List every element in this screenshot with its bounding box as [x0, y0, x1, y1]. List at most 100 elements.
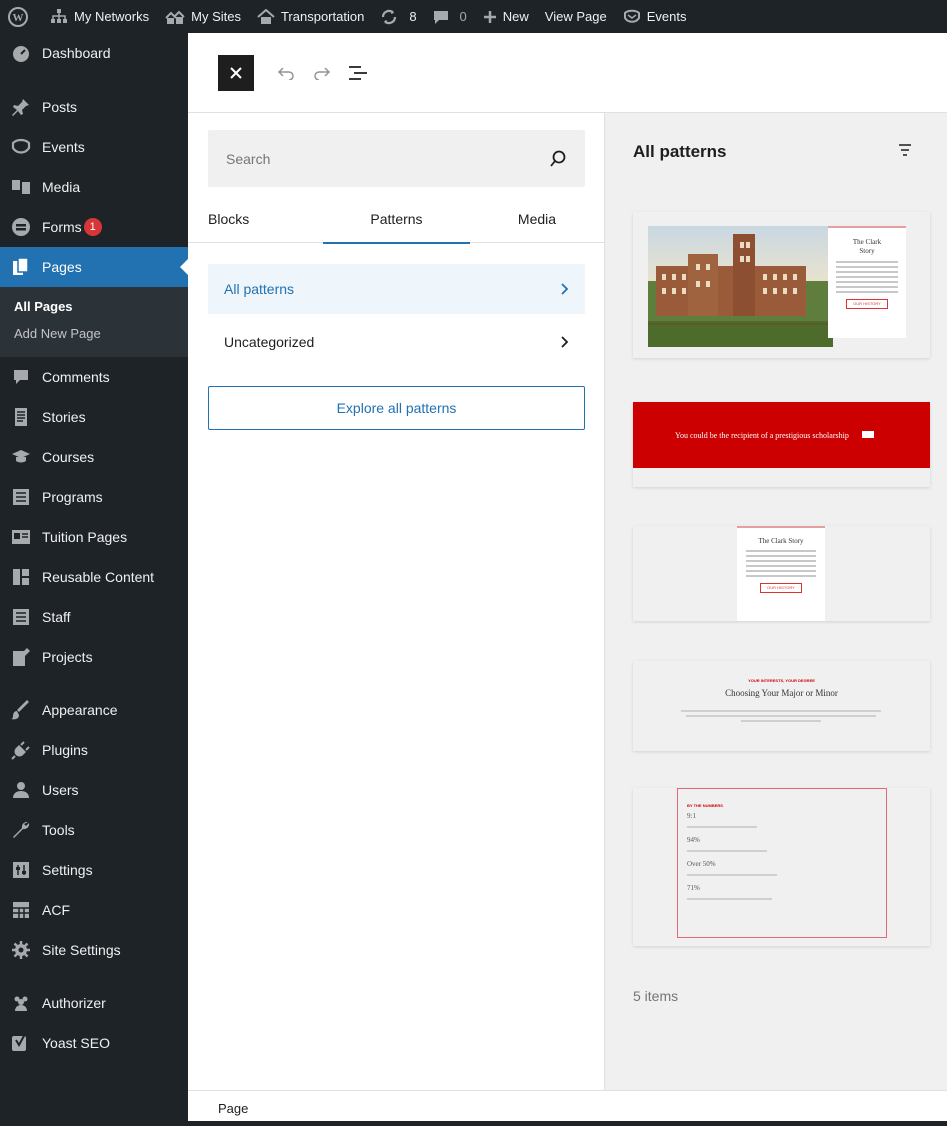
- menu-dashboard[interactable]: Dashboard: [0, 33, 188, 73]
- list-icon: [10, 607, 32, 627]
- chevron-right-icon: [561, 283, 569, 295]
- redo-button[interactable]: [304, 55, 340, 91]
- my-sites-menu[interactable]: My Sites: [157, 0, 249, 33]
- sites-icon: [165, 10, 185, 24]
- category-uncategorized-label: Uncategorized: [224, 334, 315, 350]
- events-icon: [623, 9, 640, 23]
- view-page-label: View Page: [544, 9, 607, 24]
- editor-toolbar: [188, 33, 947, 113]
- search-icon[interactable]: [549, 150, 567, 168]
- menu-staff-label: Staff: [42, 609, 71, 625]
- pattern-card-clark-story-image[interactable]: The Clark Story OUR HISTORY: [633, 212, 930, 358]
- menu-courses[interactable]: Courses: [0, 437, 188, 477]
- document-overview-button[interactable]: [340, 55, 376, 91]
- category-all-patterns[interactable]: All patterns: [208, 264, 585, 314]
- menu-forms-label: Forms: [42, 219, 82, 235]
- stats-kicker: BY THE NUMBERS: [687, 803, 723, 808]
- new-content-menu[interactable]: New: [475, 0, 537, 33]
- stats-box: BY THE NUMBERS 9:1 94% Over 50% 71%: [677, 788, 887, 938]
- clark-story-title: The Clark Story: [758, 537, 804, 545]
- menu-site-settings[interactable]: Site Settings: [0, 930, 188, 970]
- paintbrush-icon: [10, 700, 32, 720]
- campus-building-image: [648, 226, 833, 347]
- major-kicker: YOUR INTERESTS, YOUR DEGREE: [748, 678, 815, 683]
- menu-tuition-pages-label: Tuition Pages: [42, 529, 128, 545]
- menu-authorizer[interactable]: Authorizer: [0, 983, 188, 1023]
- menu-projects-label: Projects: [42, 649, 93, 665]
- menu-comments[interactable]: Comments: [0, 357, 188, 397]
- submenu-add-new-page[interactable]: Add New Page: [0, 320, 188, 347]
- scholarship-banner: You could be the recipient of a prestigi…: [633, 402, 930, 468]
- updates-menu[interactable]: 8: [372, 0, 424, 33]
- menu-events[interactable]: Events: [0, 127, 188, 167]
- block-inserter-panel: Blocks Patterns Media All patterns Uncat…: [188, 113, 605, 1090]
- pages-icon: [10, 257, 32, 277]
- menu-acf-label: ACF: [42, 902, 70, 918]
- menu-events-label: Events: [42, 139, 85, 155]
- pattern-card-choosing-major[interactable]: YOUR INTERESTS, YOUR DEGREE Choosing You…: [633, 661, 930, 751]
- filter-icon: [899, 144, 911, 156]
- refresh-icon: [382, 9, 397, 24]
- explore-all-patterns-button[interactable]: Explore all patterns: [208, 386, 585, 430]
- my-sites-label: My Sites: [191, 9, 241, 24]
- menu-projects[interactable]: Projects: [0, 637, 188, 677]
- pattern-categories: All patterns Uncategorized: [208, 264, 585, 370]
- wordpress-logo-button[interactable]: W: [0, 0, 42, 33]
- menu-posts[interactable]: Posts: [0, 87, 188, 127]
- undo-button[interactable]: [268, 55, 304, 91]
- close-inserter-button[interactable]: [218, 54, 254, 91]
- menu-staff[interactable]: Staff: [0, 597, 188, 637]
- menu-reusable-content-label: Reusable Content: [42, 569, 155, 585]
- inserter-search-input[interactable]: [226, 150, 549, 167]
- menu-yoast-seo[interactable]: Yoast SEO: [0, 1023, 188, 1063]
- breadcrumb-page[interactable]: Page: [218, 1101, 248, 1116]
- menu-posts-label: Posts: [42, 99, 78, 115]
- menu-plugins[interactable]: Plugins: [0, 730, 188, 770]
- menu-acf[interactable]: ACF: [0, 890, 188, 930]
- menu-settings-label: Settings: [42, 862, 93, 878]
- menu-authorizer-label: Authorizer: [42, 995, 106, 1011]
- stat-value-2: 94%: [687, 836, 700, 844]
- menu-plugins-label: Plugins: [42, 742, 88, 758]
- tab-patterns[interactable]: Patterns: [323, 195, 470, 244]
- menu-tools-label: Tools: [42, 822, 75, 838]
- menu-appearance[interactable]: Appearance: [0, 690, 188, 730]
- clark-story-text-panel: The Clark Story OUR HISTORY: [828, 226, 906, 338]
- view-page-link[interactable]: View Page: [537, 0, 615, 33]
- dashboard-icon: [10, 43, 32, 63]
- group-users-icon: [10, 993, 32, 1013]
- category-uncategorized[interactable]: Uncategorized: [208, 317, 585, 367]
- stat-caption-line: [687, 826, 757, 828]
- my-networks-menu[interactable]: My Networks: [42, 0, 157, 33]
- layout-icon: [10, 567, 32, 587]
- menu-media[interactable]: Media: [0, 167, 188, 207]
- site-name-menu[interactable]: Transportation: [249, 0, 372, 33]
- tab-blocks[interactable]: Blocks: [188, 195, 323, 243]
- comments-menu[interactable]: 0: [425, 0, 475, 33]
- pattern-card-by-the-numbers[interactable]: BY THE NUMBERS 9:1 94% Over 50% 71%: [633, 788, 930, 946]
- menu-users[interactable]: Users: [0, 770, 188, 810]
- patterns-preview-panel: All patterns The Clark Story OUR HISTORY…: [605, 113, 947, 1090]
- scholarship-button: [862, 431, 874, 438]
- menu-tools[interactable]: Tools: [0, 810, 188, 850]
- pattern-card-clark-story[interactable]: The Clark Story OUR HISTORY: [633, 526, 930, 621]
- menu-programs[interactable]: Programs: [0, 477, 188, 517]
- menu-pages[interactable]: Pages: [0, 247, 188, 287]
- menu-reusable-content[interactable]: Reusable Content: [0, 557, 188, 597]
- events-icon: [10, 137, 32, 157]
- clark-story-title-line2: Story: [859, 247, 875, 255]
- filter-patterns-button[interactable]: [897, 143, 913, 160]
- pattern-card-scholarship-banner[interactable]: You could be the recipient of a prestigi…: [633, 402, 930, 487]
- events-menu[interactable]: Events: [615, 0, 695, 33]
- menu-settings[interactable]: Settings: [0, 850, 188, 890]
- stat-value-1: 9:1: [687, 812, 696, 820]
- comment-icon: [10, 367, 32, 387]
- menu-tuition-pages[interactable]: Tuition Pages: [0, 517, 188, 557]
- menu-users-label: Users: [42, 782, 79, 798]
- menu-stories[interactable]: Stories: [0, 397, 188, 437]
- menu-forms[interactable]: Forms 1: [0, 207, 188, 247]
- submenu-all-pages[interactable]: All Pages: [0, 293, 188, 320]
- list-view-icon: [349, 65, 367, 80]
- tab-media[interactable]: Media: [470, 195, 604, 243]
- network-icon: [51, 8, 67, 23]
